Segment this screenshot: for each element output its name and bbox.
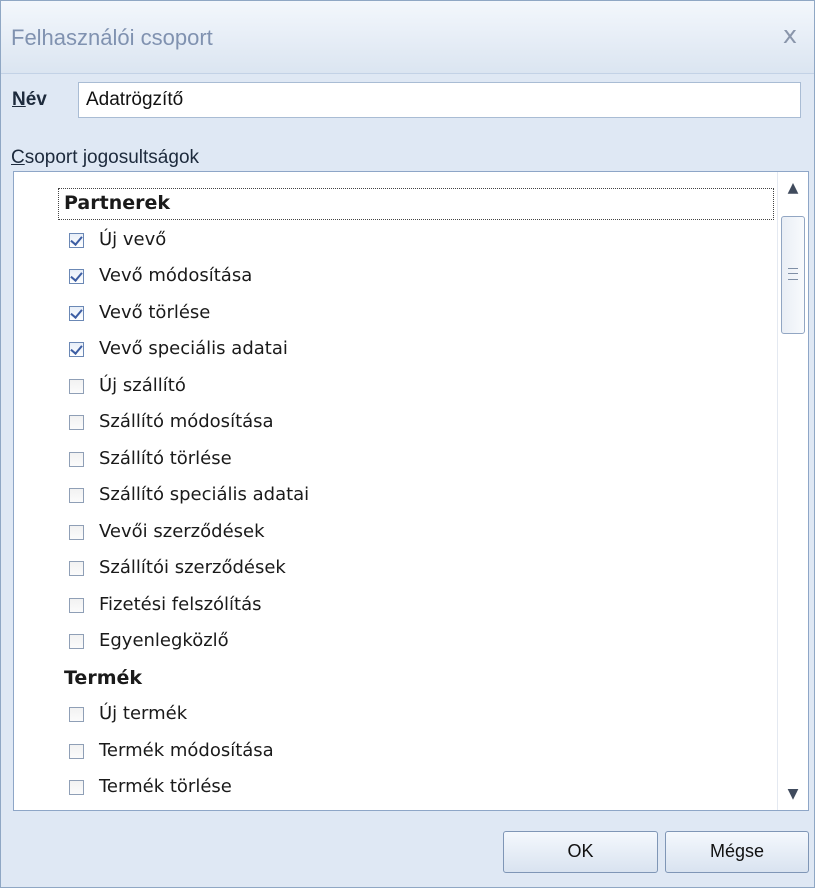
grip-icon	[788, 268, 798, 280]
permission-item[interactable]: Egyenlegközlő	[14, 623, 776, 659]
close-icon[interactable]: x	[776, 20, 804, 50]
group-header[interactable]: Partnerek	[14, 185, 776, 221]
permission-item[interactable]: Vevő törlése	[14, 295, 776, 331]
group-dialog: Felhasználói csoport x Név Csoport jogos…	[0, 0, 815, 888]
checkbox[interactable]	[69, 561, 84, 576]
name-label: Név	[12, 89, 47, 111]
permission-item[interactable]: Termék törlése	[14, 769, 776, 805]
permission-label: Új szállító	[99, 374, 186, 396]
checkbox[interactable]	[69, 597, 84, 613]
scroll-thumb[interactable]	[781, 216, 805, 334]
permission-label: Vevői szerződések	[99, 520, 265, 542]
permission-label: Szállító módosítása	[99, 411, 274, 432]
permissions-label: Csoport jogosultságok	[11, 147, 199, 169]
permission-label: Egyenlegközlő	[99, 630, 229, 651]
checkbox[interactable]	[69, 524, 84, 540]
permission-label: Szállítói szerződések	[99, 557, 286, 578]
permission-label: Szállító törlése	[99, 447, 232, 469]
permission-label: Vevő speciális adatai	[99, 338, 288, 359]
permission-label: Fizetési felszólítás	[99, 593, 262, 615]
checkbox[interactable]	[69, 305, 84, 321]
window-title: Felhasználói csoport	[11, 25, 213, 50]
permissions-list[interactable]: Partnerek Új vevő Vevő módosítása Vevő törl…	[13, 171, 809, 811]
permission-label: Termék speciális adatai	[99, 806, 309, 811]
permission-item[interactable]: Termék speciális adatai	[14, 806, 776, 811]
permission-item[interactable]: Új termék	[14, 696, 776, 732]
name-label-accel: N	[12, 89, 26, 110]
permission-item[interactable]: Vevői szerződések	[14, 514, 776, 550]
checkbox[interactable]	[69, 342, 84, 357]
permission-item[interactable]: Vevő módosítása	[14, 258, 776, 294]
permission-item[interactable]: Szállítói szerződések	[14, 550, 776, 586]
permission-label: Termék módosítása	[99, 739, 274, 761]
title-bar: Felhasználói csoport x	[1, 1, 814, 74]
permission-item[interactable]: Szállító módosítása	[14, 404, 776, 440]
group-label: Termék	[64, 666, 143, 689]
checkbox[interactable]	[69, 780, 84, 795]
permission-item[interactable]: Szállító speciális adatai	[14, 477, 776, 513]
permission-item[interactable]: Vevő speciális adatai	[14, 331, 776, 367]
checkbox[interactable]	[69, 232, 84, 248]
group-label: Partnerek	[64, 192, 170, 214]
name-label-rest: év	[25, 89, 47, 110]
ok-button[interactable]: OK	[503, 831, 658, 873]
permission-label: Szállító speciális adatai	[99, 484, 310, 505]
checkbox[interactable]	[69, 269, 84, 284]
permission-item[interactable]: Új vevő	[14, 222, 776, 258]
checkbox[interactable]	[69, 378, 84, 394]
scroll-up-icon[interactable]: ▲	[780, 172, 806, 204]
vertical-scrollbar[interactable]: ▲ ▼	[777, 172, 808, 810]
cancel-button[interactable]: Mégse	[665, 831, 809, 873]
permission-label: Termék törlése	[99, 776, 232, 797]
permission-label: Új vevő	[99, 228, 167, 250]
permission-item[interactable]: Fizetési felszólítás	[14, 587, 776, 623]
group-header[interactable]: Termék	[14, 660, 776, 696]
permission-item[interactable]: Szállító törlése	[14, 441, 776, 477]
checkbox[interactable]	[69, 743, 84, 759]
checkbox[interactable]	[69, 415, 84, 430]
permissions-label-accel: C	[11, 147, 25, 168]
permission-label: Vevő módosítása	[99, 265, 253, 286]
checkbox[interactable]	[69, 707, 84, 722]
permission-item[interactable]: Új szállító	[14, 368, 776, 404]
permissions-label-rest: soport jogosultságok	[24, 147, 200, 168]
name-input[interactable]	[78, 82, 801, 118]
checkbox[interactable]	[69, 488, 84, 503]
scroll-down-icon[interactable]: ▼	[780, 778, 806, 810]
permission-label: Vevő törlése	[99, 301, 211, 323]
permission-label: Új termék	[99, 703, 188, 724]
checkbox[interactable]	[69, 634, 84, 649]
permission-item[interactable]: Termék módosítása	[14, 733, 776, 769]
checkbox[interactable]	[69, 451, 84, 467]
